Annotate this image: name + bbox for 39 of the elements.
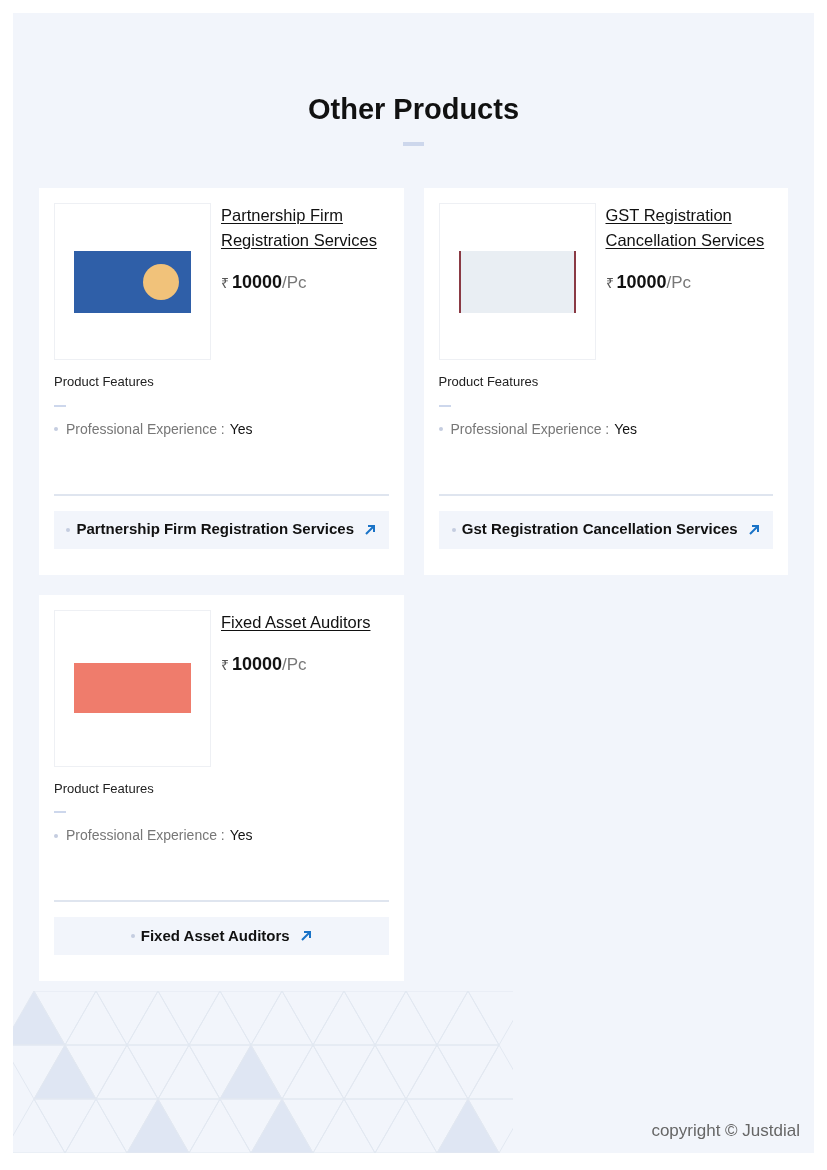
bullet-icon [438, 427, 443, 431]
feature-label: Professional Experience : [66, 419, 225, 439]
product-title-link[interactable]: Fixed Asset Auditors [221, 609, 371, 635]
features-underline [54, 811, 66, 813]
price: 10000 [616, 271, 667, 294]
product-link-button[interactable]: Fixed Asset Auditors [54, 917, 389, 955]
section-heading: Other Products [306, 92, 521, 127]
features-underline [54, 404, 66, 407]
bullet-icon [54, 427, 58, 431]
product-link-button[interactable]: Partnership Firm Registration Services [54, 510, 389, 549]
bullet-icon [130, 934, 135, 938]
price: 10000 [232, 652, 283, 676]
price: 10000 [232, 271, 283, 294]
arrow-up-right-icon [364, 523, 377, 536]
heading-underline [403, 142, 424, 146]
bullet-icon [451, 527, 456, 532]
product-title-link[interactable]: Partnership Firm Registration Services [221, 203, 381, 253]
product-title-link[interactable]: GST Registration Cancellation Services [605, 203, 766, 253]
feature-value: Yes [614, 419, 638, 439]
bullet-icon [66, 527, 71, 532]
feature-value: Yes [229, 419, 253, 439]
currency-symbol: ₹ [221, 655, 229, 675]
features-underline [438, 404, 451, 407]
price-unit: /Pc [282, 653, 307, 676]
features-title: Product Features [54, 373, 155, 391]
feature-value: Yes [229, 826, 253, 845]
currency-symbol: ₹ [221, 274, 229, 293]
product-link-button[interactable]: Gst Registration Cancellation Services [438, 510, 773, 549]
features-title: Product Features [438, 373, 540, 391]
price-unit: /Pc [282, 272, 307, 294]
bullet-icon [54, 833, 58, 838]
currency-symbol: ₹ [605, 274, 614, 293]
feature-label: Professional Experience : [450, 419, 610, 439]
arrow-up-right-icon [747, 523, 760, 536]
arrow-up-right-icon [299, 930, 312, 942]
features-title: Product Features [54, 779, 155, 798]
price-unit: /Pc [666, 272, 692, 294]
feature-label: Professional Experience : [66, 826, 225, 845]
copyright-text: copyright © Justdial [651, 1119, 800, 1142]
